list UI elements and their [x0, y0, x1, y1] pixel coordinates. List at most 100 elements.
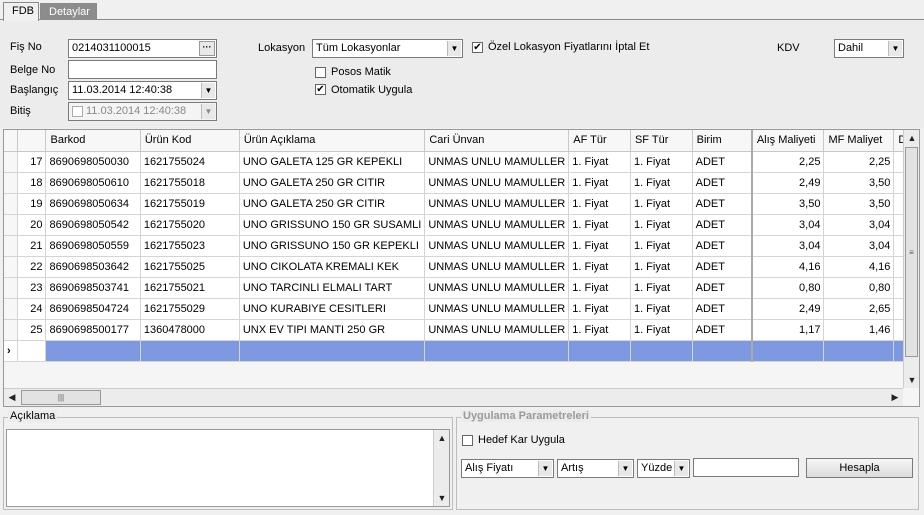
cell-barkod[interactable]: 8690698503741: [45, 277, 141, 299]
yon-select[interactable]: Artış ▼: [557, 459, 634, 478]
chevron-down-icon[interactable]: ▼: [538, 461, 552, 476]
cell-alis-maliyeti[interactable]: 2,25: [751, 151, 825, 173]
cell-barkod[interactable]: 8690698050634: [45, 193, 141, 215]
belge-no-field[interactable]: [68, 60, 217, 79]
table-row[interactable]: 21 8690698050559 1621755023 UNO GRISSUNO 15…: [4, 235, 919, 257]
cell-urun-kod[interactable]: 1621755019: [140, 193, 240, 215]
new-row-cell[interactable]: [45, 340, 141, 362]
row-indicator[interactable]: [4, 214, 19, 236]
row-indicator[interactable]: [4, 172, 19, 194]
cell-af-tur[interactable]: 1. Fiyat: [568, 151, 631, 173]
table-row[interactable]: 20 8690698050542 1621755020 UNO GRISSUNO 15…: [4, 214, 919, 236]
cell-cari-unvan[interactable]: UNMAS UNLU MAMULLER: [424, 319, 570, 341]
cell-urun-kod[interactable]: 1621755029: [140, 298, 240, 320]
cell-alis-maliyeti[interactable]: 3,50: [751, 193, 825, 215]
new-row-cell[interactable]: [239, 340, 426, 362]
col-header-mf-maliyet[interactable]: MF Maliyet: [823, 130, 895, 152]
chevron-down-icon[interactable]: ▼: [201, 83, 215, 98]
chevron-down-icon[interactable]: ▼: [447, 41, 461, 56]
cell-barkod[interactable]: 8690698050610: [45, 172, 141, 194]
col-header-cari-unvan[interactable]: Cari Ünvan: [424, 130, 570, 152]
row-indicator[interactable]: [4, 256, 19, 278]
scroll-down-icon[interactable]: ▼: [904, 372, 919, 388]
cell-urun-aciklama[interactable]: UNO GALETA 250 GR CITIR: [239, 193, 426, 215]
cell-alis-maliyeti[interactable]: 3,04: [751, 214, 825, 236]
cell-cari-unvan[interactable]: UNMAS UNLU MAMULLER: [424, 256, 570, 278]
cell-urun-kod[interactable]: 1360478000: [140, 319, 240, 341]
cell-mf-maliyet[interactable]: 3,50: [823, 172, 895, 194]
cell-sf-tur[interactable]: 1. Fiyat: [630, 256, 693, 278]
table-row[interactable]: 22 8690698503642 1621755025 UNO CIKOLATA KR…: [4, 256, 919, 278]
cell-birim[interactable]: ADET: [692, 214, 753, 236]
cell-barkod[interactable]: 8690698500177: [45, 319, 141, 341]
cell-urun-aciklama[interactable]: UNO KURABIYE CESITLERI: [239, 298, 426, 320]
cell-mf-maliyet[interactable]: 3,04: [823, 214, 895, 236]
row-indicator[interactable]: [4, 235, 19, 257]
cell-urun-aciklama[interactable]: UNO GRISSUNO 150 GR KEPEKLI: [239, 235, 426, 257]
new-row-cell[interactable]: [692, 340, 753, 362]
posos-matik-checkbox[interactable]: [315, 67, 326, 78]
new-row-cell[interactable]: [568, 340, 631, 362]
cell-birim[interactable]: ADET: [692, 235, 753, 257]
cell-sf-tur[interactable]: 1. Fiyat: [630, 151, 693, 173]
cell-mf-maliyet[interactable]: 2,25: [823, 151, 895, 173]
cell-urun-aciklama[interactable]: UNO GRISSUNO 150 GR SUSAMLI: [239, 214, 426, 236]
cell-sf-tur[interactable]: 1. Fiyat: [630, 277, 693, 299]
baslangic-date-field[interactable]: 11.03.2014 12:40:38 ▼: [68, 81, 217, 100]
new-row-number[interactable]: [17, 340, 47, 362]
fiyat-select[interactable]: Alış Fiyatı ▼: [461, 459, 554, 478]
new-row-cell[interactable]: [823, 340, 895, 362]
hesapla-button[interactable]: Hesapla: [806, 458, 913, 478]
row-indicator[interactable]: [4, 193, 19, 215]
cell-urun-kod[interactable]: 1621755024: [140, 151, 240, 173]
cell-cari-unvan[interactable]: UNMAS UNLU MAMULLER: [424, 151, 570, 173]
col-header-barkod[interactable]: Barkod: [45, 130, 141, 152]
new-row-indicator-icon[interactable]: ›: [4, 340, 19, 362]
scroll-up-icon[interactable]: ▲: [904, 130, 919, 146]
cell-birim[interactable]: ADET: [692, 172, 753, 194]
cell-barkod[interactable]: 8690698503642: [45, 256, 141, 278]
fis-no-field[interactable]: 0214031100015 ···: [68, 39, 217, 58]
cell-af-tur[interactable]: 1. Fiyat: [568, 298, 631, 320]
cell-barkod[interactable]: 8690698050030: [45, 151, 141, 173]
col-header-af-tur[interactable]: AF Tür: [568, 130, 631, 152]
cell-urun-aciklama[interactable]: UNX EV TIPI MANTI 250 GR: [239, 319, 426, 341]
table-row[interactable]: 19 8690698050634 1621755019 UNO GALETA 250 …: [4, 193, 919, 215]
cell-af-tur[interactable]: 1. Fiyat: [568, 172, 631, 194]
cell-urun-kod[interactable]: 1621755021: [140, 277, 240, 299]
cell-af-tur[interactable]: 1. Fiyat: [568, 319, 631, 341]
table-row[interactable]: 17 8690698050030 1621755024 UNO GALETA 125 …: [4, 151, 919, 173]
row-indicator[interactable]: [4, 277, 19, 299]
cell-cari-unvan[interactable]: UNMAS UNLU MAMULLER: [424, 298, 570, 320]
cell-urun-kod[interactable]: 1621755018: [140, 172, 240, 194]
col-header-urun-aciklama[interactable]: Ürün Açıklama: [239, 130, 426, 152]
horizontal-scroll-thumb[interactable]: |||: [21, 390, 101, 405]
scroll-left-icon[interactable]: ◀: [4, 389, 20, 405]
table-row[interactable]: 23 8690698503741 1621755021 UNO TARCINLI EL…: [4, 277, 919, 299]
tab-fdb[interactable]: FDB: [3, 2, 39, 21]
aciklama-textarea[interactable]: ▲ ▼: [6, 429, 450, 507]
chevron-down-icon[interactable]: ▼: [674, 461, 688, 476]
cell-alis-maliyeti[interactable]: 4,16: [751, 256, 825, 278]
horizontal-scrollbar[interactable]: ◀ ||| ▶: [4, 388, 903, 406]
cell-sf-tur[interactable]: 1. Fiyat: [630, 172, 693, 194]
cell-af-tur[interactable]: 1. Fiyat: [568, 214, 631, 236]
col-header-urun-kod[interactable]: Ürün Kod: [140, 130, 240, 152]
new-row-cell[interactable]: [424, 340, 570, 362]
cell-af-tur[interactable]: 1. Fiyat: [568, 256, 631, 278]
cell-sf-tur[interactable]: 1. Fiyat: [630, 235, 693, 257]
cell-mf-maliyet[interactable]: 4,16: [823, 256, 895, 278]
vertical-scroll-thumb[interactable]: ≡: [905, 147, 918, 357]
cell-urun-aciklama[interactable]: UNO TARCINLI ELMALI TART: [239, 277, 426, 299]
row-indicator[interactable]: [4, 319, 19, 341]
cell-alis-maliyeti[interactable]: 1,17: [751, 319, 825, 341]
kdv-select[interactable]: Dahil ▼: [834, 39, 904, 58]
chevron-down-icon[interactable]: ▼: [618, 461, 632, 476]
tab-detaylar[interactable]: Detaylar: [40, 3, 97, 21]
cell-af-tur[interactable]: 1. Fiyat: [568, 193, 631, 215]
cell-urun-kod[interactable]: 1621755023: [140, 235, 240, 257]
cell-mf-maliyet[interactable]: 3,04: [823, 235, 895, 257]
cell-mf-maliyet[interactable]: 0,80: [823, 277, 895, 299]
product-grid[interactable]: Barkod Ürün Kod Ürün Açıklama Cari Ünvan…: [3, 129, 920, 407]
cell-cari-unvan[interactable]: UNMAS UNLU MAMULLER: [424, 172, 570, 194]
